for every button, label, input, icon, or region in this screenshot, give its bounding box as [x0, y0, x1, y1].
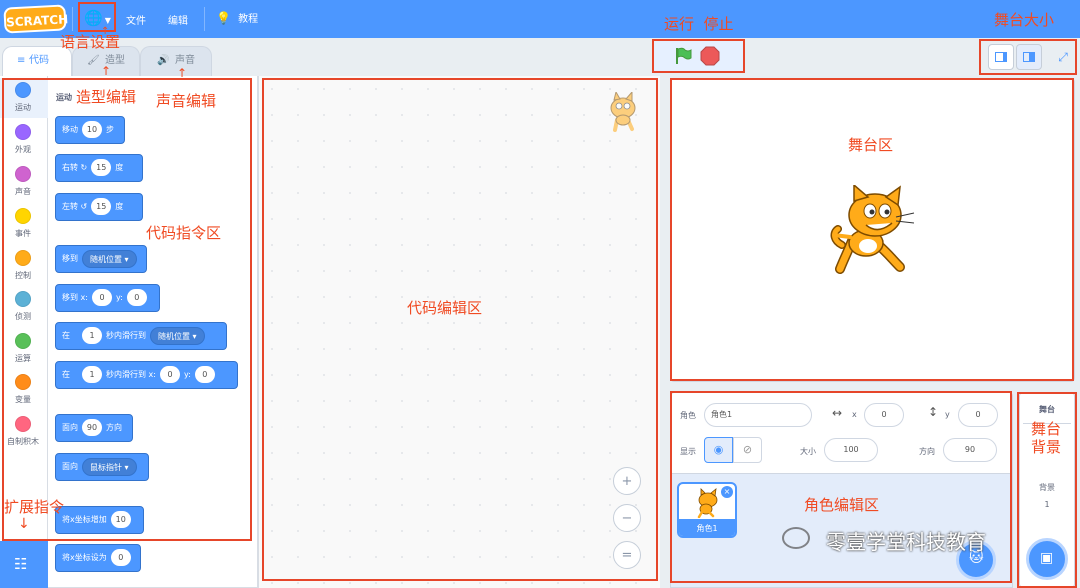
annotation-box-language — [78, 2, 116, 32]
tutorials-menu[interactable]: 💡 教程 — [216, 10, 258, 25]
scratch-cat-sprite[interactable] — [830, 185, 916, 277]
annotation-box-run-stop — [652, 39, 745, 73]
small-stage-icon — [995, 52, 1007, 62]
block-label: 将x坐标设为 — [62, 553, 107, 562]
annotation-stage-size: 舞台大小 — [994, 11, 1055, 29]
fullscreen-button[interactable]: ⤢ — [1050, 44, 1076, 70]
lightbulb-icon: 💡 — [216, 11, 231, 25]
extension-button[interactable]: ☷ — [0, 541, 48, 588]
small-stage-button[interactable] — [988, 44, 1014, 70]
normal-stage-icon — [1023, 52, 1035, 62]
value-input[interactable]: 0 — [110, 549, 131, 566]
zoom-reset-button[interactable]: = — [613, 541, 641, 569]
fullscreen-icon: ⤢ — [1058, 50, 1068, 64]
zoom-reset-icon: = — [621, 548, 633, 563]
arrow-up-icon: ↑ — [101, 26, 110, 37]
zoom-in-icon: + — [621, 474, 633, 489]
arrow-up-icon: ↑ — [177, 66, 188, 80]
annotation-sprite-editor: 角色编辑区 — [804, 496, 880, 514]
stop-icon[interactable] — [700, 46, 720, 66]
annotation-code-editor: 代码编辑区 — [407, 299, 483, 317]
watermark-text: 零壹学堂科技教育 — [826, 530, 986, 554]
code-icon: ≡ — [17, 55, 26, 66]
annotation-box-code-editor — [262, 78, 658, 581]
tab-sounds[interactable]: 🔊 声音 — [140, 46, 212, 76]
annotation-language: 语言设置 — [60, 33, 121, 51]
tutorials-label: 教程 — [238, 14, 259, 25]
file-menu[interactable]: 文件 — [126, 12, 146, 27]
set-x-block[interactable]: 将x坐标设为 0 — [55, 544, 141, 572]
scratch-logo[interactable]: SCRATCH — [3, 4, 69, 34]
annotation-sound-edit: 声音编辑 — [156, 92, 217, 110]
menubar: SCRATCH 🌐 ▼ 文件 编辑 💡 教程 — [0, 0, 1080, 38]
annotation-run-stop: 运行 停止 — [664, 15, 734, 33]
add-extension-icon: ☷ — [14, 555, 28, 573]
arrow-up-icon: ↑ — [101, 64, 112, 78]
normal-stage-button[interactable] — [1016, 44, 1042, 70]
annotation-stage-backdrop: 舞台 背景 — [1031, 420, 1062, 456]
wechat-icon — [782, 527, 810, 549]
speaker-icon: 🔊 — [157, 55, 170, 66]
separator — [72, 7, 73, 31]
separator — [204, 7, 205, 31]
annotation-box-code-blocks — [2, 78, 252, 541]
tab-sounds-label: 声音 — [175, 55, 195, 66]
annotation-code-blocks: 代码指令区 — [146, 224, 222, 242]
image-add-icon: ▣ — [1040, 550, 1054, 566]
annotation-costume-edit: 造型编辑 — [76, 88, 137, 106]
annotation-stage-area: 舞台区 — [848, 136, 894, 154]
choose-backdrop-button[interactable]: ▣ — [1026, 538, 1068, 580]
zoom-out-icon: − — [621, 511, 633, 526]
zoom-in-button[interactable]: + — [613, 467, 641, 495]
annotation-extensions: 扩展指令 — [4, 498, 65, 516]
tab-code-label: 代码 — [29, 55, 49, 66]
sprite-watermark-icon — [610, 92, 636, 132]
green-flag-icon[interactable] — [673, 46, 693, 66]
zoom-out-button[interactable]: − — [613, 504, 641, 532]
arrow-down-icon: ↓ — [18, 516, 30, 532]
edit-menu[interactable]: 编辑 — [168, 12, 188, 27]
